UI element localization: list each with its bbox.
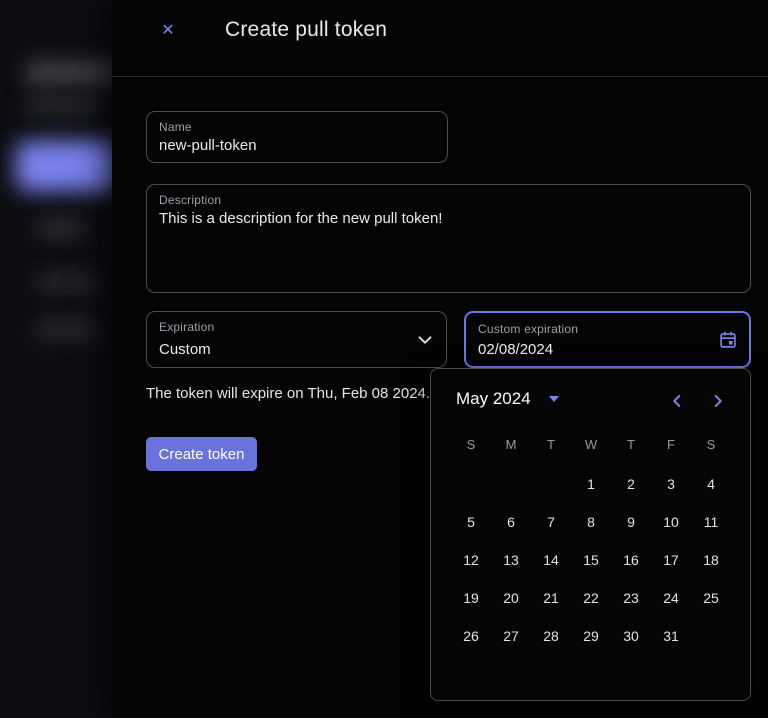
day-of-week-header: M (505, 436, 517, 452)
name-field[interactable]: Name (146, 111, 448, 163)
day-cell[interactable]: 30 (611, 617, 651, 655)
day-cell[interactable]: 8 (571, 503, 611, 541)
expiration-label: Expiration (159, 320, 215, 334)
day-cell[interactable]: 25 (691, 579, 731, 617)
day-of-week-header: S (466, 436, 476, 452)
blurred-sidebar-item (38, 217, 84, 239)
day-cell[interactable]: 14 (531, 541, 571, 579)
create-pull-token-drawer: ✕ Create pull token Name Description Thi… (112, 0, 768, 718)
day-cell[interactable]: 21 (531, 579, 571, 617)
day-cell[interactable]: 10 (651, 503, 691, 541)
day-cell[interactable]: 3 (651, 465, 691, 503)
month-year-selector[interactable]: May 2024 (456, 389, 559, 409)
blurred-sidebar-subheading (25, 94, 99, 116)
blurred-sidebar-item (36, 317, 96, 341)
day-cell[interactable]: 27 (491, 617, 531, 655)
description-label: Description (159, 193, 222, 207)
day-cell[interactable]: 12 (451, 541, 491, 579)
day-cell[interactable]: 22 (571, 579, 611, 617)
day-cell[interactable]: 15 (571, 541, 611, 579)
day-cell[interactable]: 20 (491, 579, 531, 617)
day-cell[interactable]: 31 (651, 617, 691, 655)
day-cell[interactable]: 7 (531, 503, 571, 541)
chevron-right-icon (714, 394, 722, 408)
day-cell[interactable]: 16 (611, 541, 651, 579)
close-button[interactable]: ✕ (156, 19, 180, 43)
empty-day-cell (691, 617, 731, 655)
month-dropdown-icon (548, 396, 559, 402)
day-of-week-header: F (667, 436, 675, 452)
expiry-note: The token will expire on Thu, Feb 08 202… (146, 385, 431, 402)
name-input[interactable] (159, 137, 437, 154)
empty-day-cell (451, 465, 491, 503)
screen: ✕ Create pull token Name Description Thi… (0, 0, 768, 718)
blurred-background-sidebar (0, 0, 118, 718)
calendar-day-headers: SMTWTFS (451, 431, 731, 457)
day-cell[interactable]: 1 (571, 465, 611, 503)
datepicker-popup: May 2024 SMTWTFS 1 2 3 4 5 6 7 8 9 10 11 12 13 14 15 16… (430, 368, 751, 701)
day-of-week-header: S (706, 436, 716, 452)
calendar-icon (720, 331, 736, 348)
drawer-header: ✕ Create pull token (112, 0, 768, 77)
custom-expiration-field[interactable]: Custom expiration (464, 311, 751, 368)
expiration-select[interactable]: Expiration Custom (146, 311, 447, 368)
day-cell[interactable]: 24 (651, 579, 691, 617)
close-icon: ✕ (161, 22, 175, 39)
create-token-button[interactable]: Create token (146, 437, 257, 471)
next-month-button[interactable] (706, 390, 730, 414)
day-cell[interactable]: 26 (451, 617, 491, 655)
day-of-week-header: W (584, 436, 598, 452)
day-cell[interactable]: 17 (651, 541, 691, 579)
blurred-primary-button (16, 141, 118, 191)
day-of-week-header: T (627, 436, 635, 452)
chevron-left-icon (673, 394, 681, 408)
description-field[interactable]: Description This is a description for th… (146, 184, 751, 293)
day-cell[interactable]: 13 (491, 541, 531, 579)
day-of-week-header: T (547, 436, 555, 452)
day-cell[interactable]: 5 (451, 503, 491, 541)
day-cell[interactable]: 29 (571, 617, 611, 655)
day-cell[interactable]: 6 (491, 503, 531, 541)
custom-expiration-input[interactable] (478, 341, 739, 358)
day-cell[interactable]: 28 (531, 617, 571, 655)
expiration-value: Custom (159, 341, 211, 358)
day-cell[interactable]: 11 (691, 503, 731, 541)
month-year-label: May 2024 (456, 389, 531, 408)
blurred-sidebar-heading (25, 60, 117, 86)
empty-day-cell (491, 465, 531, 503)
chevron-down-icon (418, 336, 432, 344)
open-calendar-button[interactable] (716, 329, 740, 353)
name-label: Name (159, 120, 192, 134)
calendar-grid: 1 2 3 4 5 6 7 8 9 10 11 12 13 14 15 16 17 18 19 20 21 22 23 24 2… (451, 465, 731, 655)
empty-day-cell (531, 465, 571, 503)
description-input[interactable]: This is a description for the new pull t… (159, 210, 740, 285)
day-cell[interactable]: 9 (611, 503, 651, 541)
day-cell[interactable]: 2 (611, 465, 651, 503)
day-cell[interactable]: 19 (451, 579, 491, 617)
day-cell[interactable]: 18 (691, 541, 731, 579)
previous-month-button[interactable] (665, 390, 689, 414)
custom-expiration-label: Custom expiration (478, 322, 579, 336)
day-cell[interactable]: 23 (611, 579, 651, 617)
blurred-sidebar-item (36, 271, 96, 294)
day-cell[interactable]: 4 (691, 465, 731, 503)
drawer-title: Create pull token (225, 18, 388, 41)
